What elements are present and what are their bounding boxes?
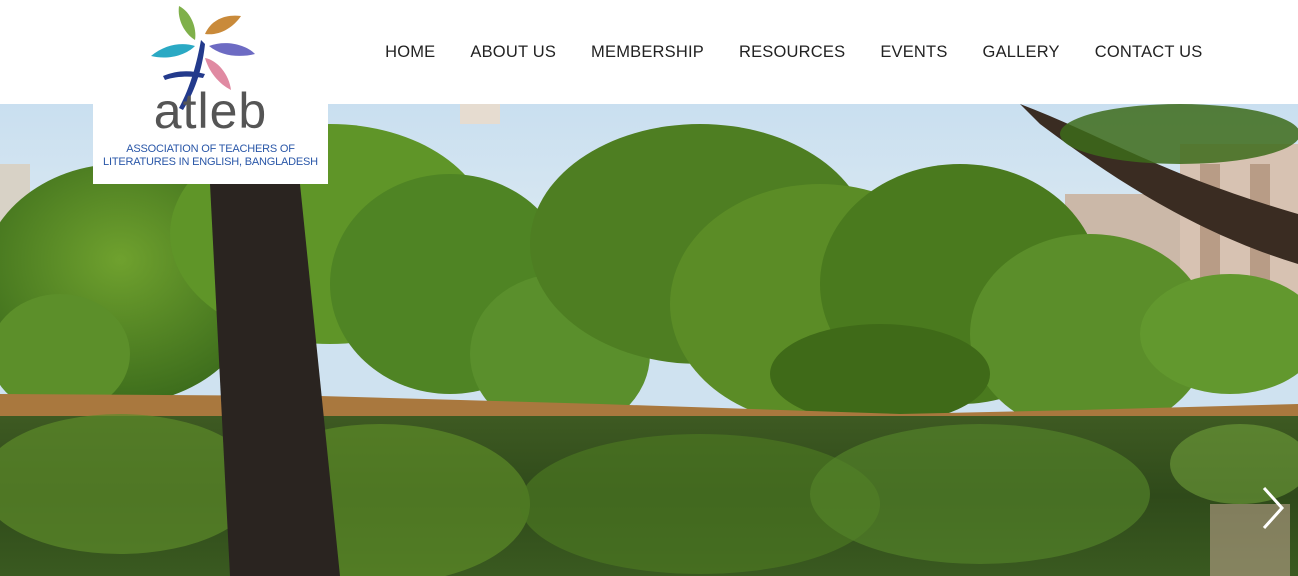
site-logo[interactable]: atleb ASSOCIATION OF TEACHERS OF LITERAT…: [93, 0, 328, 184]
nav-events[interactable]: EVENTS: [863, 43, 965, 62]
nav-gallery[interactable]: GALLERY: [965, 43, 1077, 62]
nav-contact-us[interactable]: CONTACT US: [1077, 43, 1220, 62]
main-nav: HOME ABOUT US MEMBERSHIP RESOURCES EVENT…: [368, 0, 1220, 104]
nav-about-us[interactable]: ABOUT US: [453, 43, 574, 62]
slider-next-button[interactable]: [1260, 484, 1286, 532]
logo-tagline: ASSOCIATION OF TEACHERS OF LITERATURES I…: [93, 143, 328, 168]
logo-tagline-line-2: LITERATURES IN ENGLISH, BANGLADESH: [103, 155, 318, 168]
logo-tagline-line-1: ASSOCIATION OF TEACHERS OF: [126, 143, 295, 155]
nav-resources[interactable]: RESOURCES: [721, 43, 862, 62]
nav-home[interactable]: HOME: [368, 43, 453, 62]
nav-membership[interactable]: MEMBERSHIP: [574, 43, 722, 62]
logo-wordmark: atleb: [153, 83, 268, 139]
chevron-right-icon: [1262, 486, 1285, 530]
